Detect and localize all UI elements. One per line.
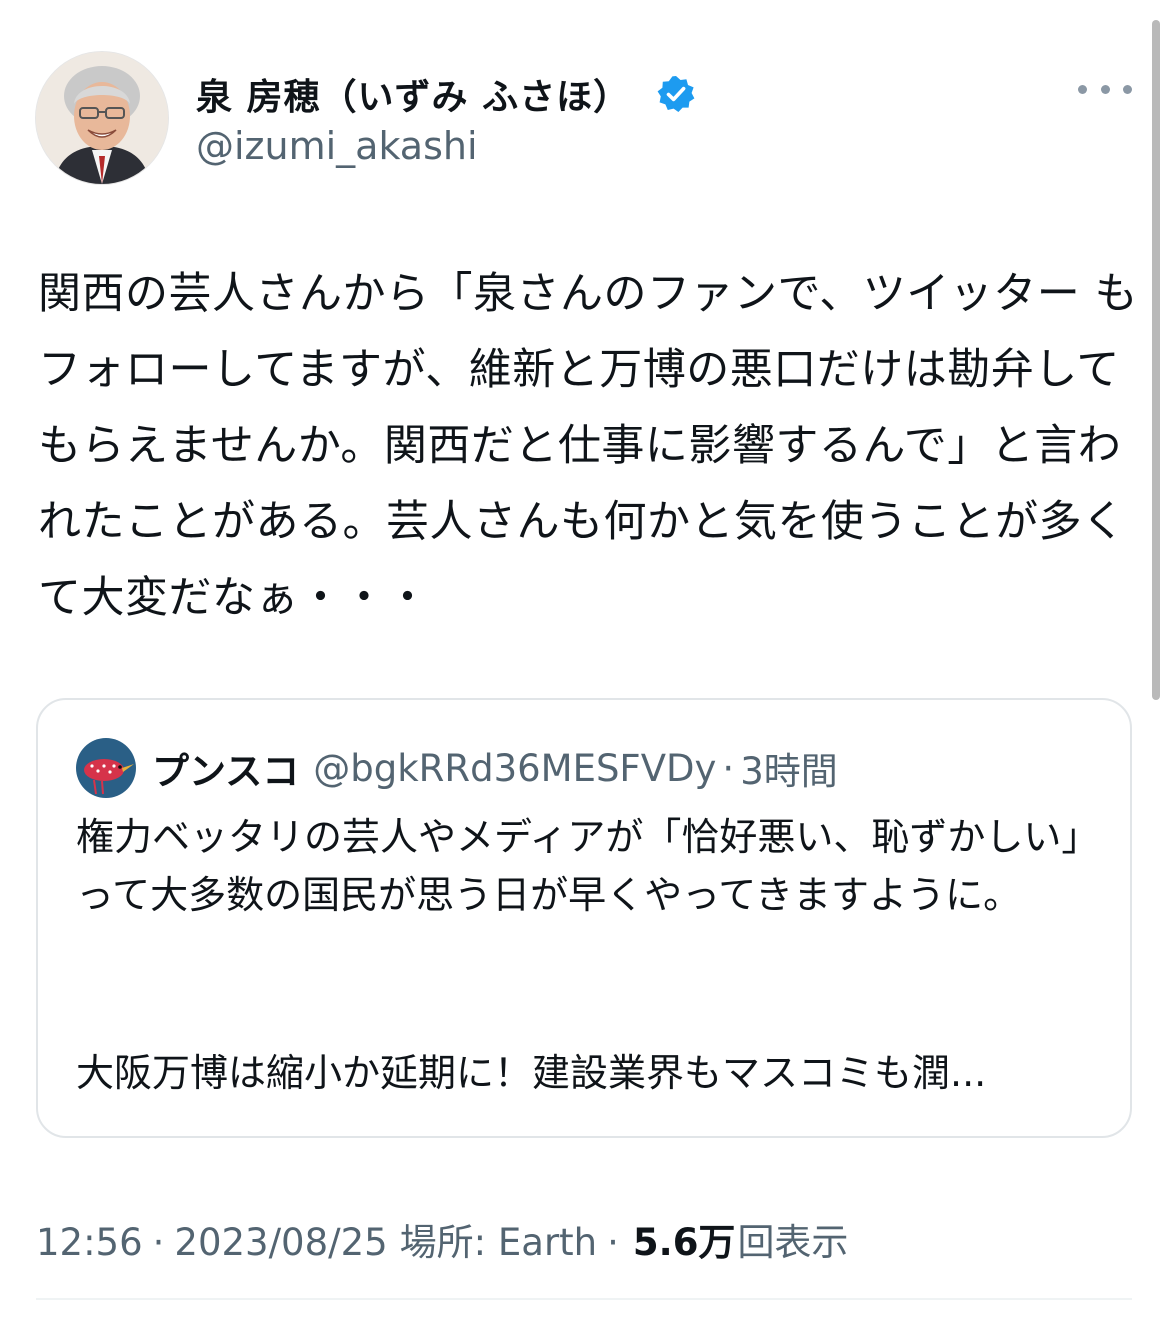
quoted-author-avatar[interactable]: [76, 738, 136, 798]
quoted-tweet-text-continued: 大阪万博は縮小か延期に！建設業界もマスコミも潤...: [76, 1051, 987, 1095]
tweet-date[interactable]: 2023/08/25: [174, 1221, 387, 1264]
more-dot: [1123, 84, 1132, 94]
author-name-row: 泉 房穂（いずみ ふさほ）: [196, 70, 696, 118]
tweet-location: 場所: Earth: [399, 1221, 598, 1264]
author-avatar[interactable]: [36, 52, 168, 184]
divider: [36, 1298, 1132, 1300]
more-dot: [1078, 84, 1087, 94]
quoted-timestamp[interactable]: 3時間: [740, 741, 838, 795]
more-dot: [1100, 84, 1110, 94]
views-label: 回表示: [737, 1221, 849, 1264]
meta-separator: ·: [607, 1221, 619, 1264]
tweet-header: 泉 房穂（いずみ ふさほ） @izumi_akashi: [36, 52, 1132, 186]
views-count[interactable]: 5.6万: [633, 1212, 736, 1266]
bird-avatar-icon: [76, 738, 136, 798]
more-options-icon[interactable]: [1078, 74, 1132, 104]
author-display-name[interactable]: 泉 房穂（いずみ ふさほ）: [196, 68, 630, 120]
quoted-tweet-text: 権力ベッタリの芸人やメディアが「恰好悪い、恥ずかしい」って大多数の国民が思う日が…: [76, 815, 1100, 917]
quoted-tweet-card[interactable]: プンスコ @bgkRRd36MESFVDy · 3時間 権力ベッタリの芸人やメデ…: [36, 698, 1132, 1138]
verified-badge-icon[interactable]: [656, 74, 696, 114]
scrollbar[interactable]: [1152, 20, 1160, 700]
quoted-author-name[interactable]: プンスコ: [152, 741, 299, 795]
tweet-time[interactable]: 12:56: [36, 1221, 143, 1264]
avatar-photo-icon: [36, 52, 168, 184]
meta-separator: ·: [152, 1221, 165, 1264]
quoted-author-handle[interactable]: @bgkRRd36MESFVDy: [313, 747, 716, 790]
tweet-text: 関西の芸人さんから「泉さんのファンで、ツイッター もフォローしてますが、維新と万…: [38, 269, 1138, 623]
author-handle[interactable]: @izumi_akashi: [196, 124, 696, 168]
quoted-separator: ·: [722, 746, 735, 790]
author-info: 泉 房穂（いずみ ふさほ） @izumi_akashi: [196, 70, 696, 168]
tweet-meta: 12:56 · 2023/08/25 場所: Earth · 5.6万 回表示: [36, 1212, 848, 1266]
quoted-tweet-header: プンスコ @bgkRRd36MESFVDy · 3時間: [76, 738, 838, 798]
